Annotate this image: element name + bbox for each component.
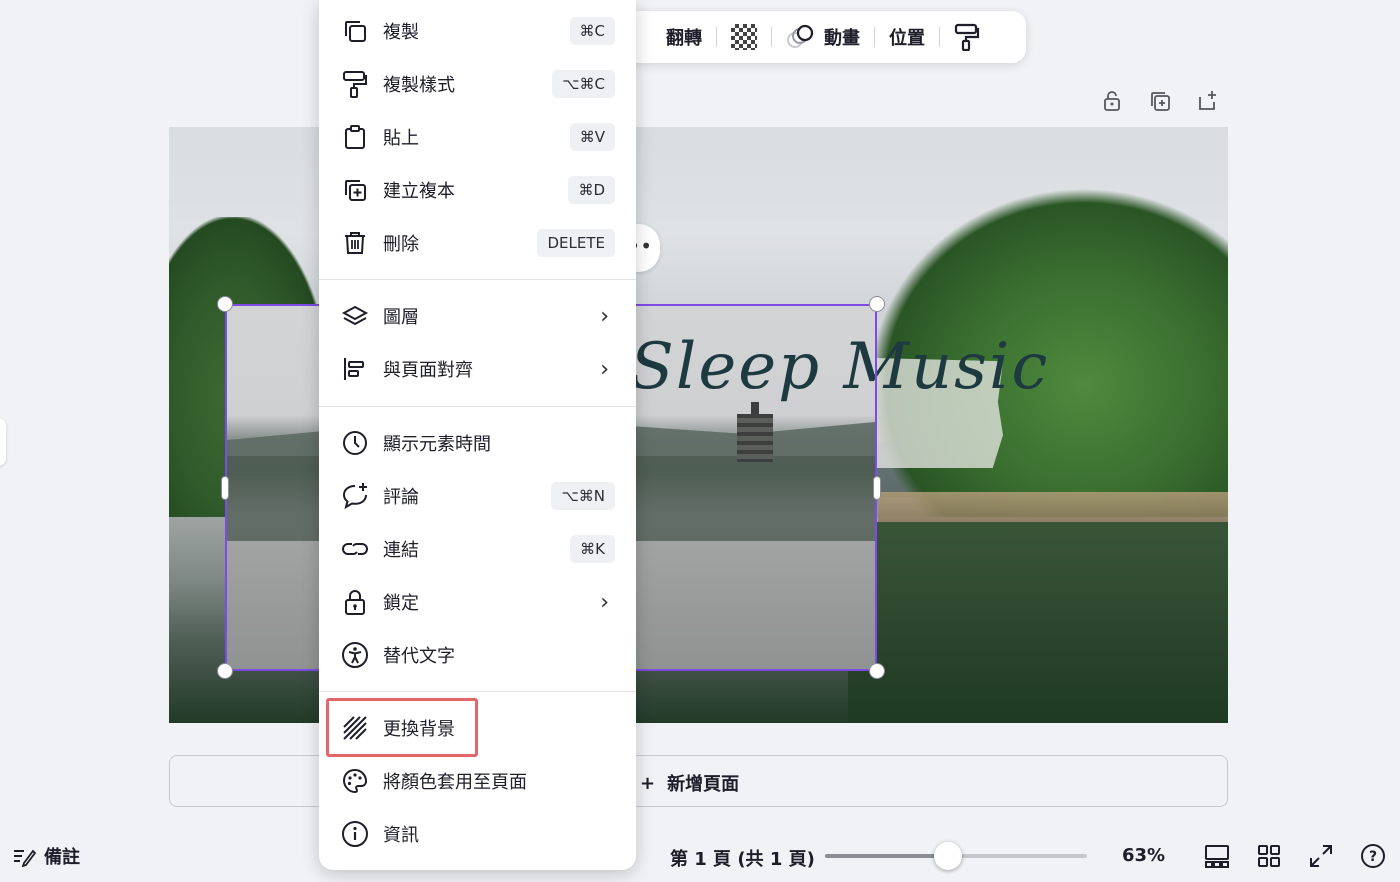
animate-icon <box>787 24 814 48</box>
paint-roller-icon <box>954 23 980 51</box>
menu-item-label: 將顏色套用至頁面 <box>383 772 527 793</box>
menu-item-alt-text[interactable]: 替代文字 <box>341 635 615 675</box>
resize-handle-bottom-right[interactable] <box>869 663 885 679</box>
menu-item-label: 刪除 <box>383 234 419 255</box>
help-icon[interactable]: ? <box>1359 842 1387 870</box>
paint-roller-icon <box>341 70 369 98</box>
menu-item-label: 貼上 <box>383 128 419 149</box>
resize-handle-top-right[interactable] <box>869 296 885 312</box>
page-view-icon[interactable] <box>1203 842 1231 870</box>
fullscreen-icon[interactable] <box>1307 842 1335 870</box>
resize-handle-bottom-left[interactable] <box>217 663 233 679</box>
shortcut-badge: ⌘V <box>569 123 615 151</box>
svg-text:?: ? <box>1369 849 1377 865</box>
notes-label: 備註 <box>44 847 80 868</box>
duplicate-icon <box>341 176 369 204</box>
chevron-right-icon: › <box>600 356 609 382</box>
menu-item-duplicate[interactable]: 建立複本 ⌘D <box>341 170 615 210</box>
notes-button[interactable]: 備註 <box>12 843 80 869</box>
position-label: 位置 <box>889 28 925 49</box>
menu-item-label: 資訊 <box>383 825 419 846</box>
menu-item-label: 建立複本 <box>383 181 455 202</box>
add-page-icon[interactable] <box>1196 89 1220 113</box>
page-tools <box>1100 89 1220 113</box>
side-panel-tab[interactable] <box>0 418 6 466</box>
menu-item-label: 圖層 <box>383 307 419 328</box>
layers-icon <box>341 302 369 330</box>
background-reeds <box>878 492 1228 522</box>
menu-item-paste[interactable]: 貼上 ⌘V <box>341 117 615 157</box>
replace-background-highlight <box>326 698 478 757</box>
menu-divider <box>319 279 636 280</box>
menu-item-apply-colors[interactable]: 將顏色套用至頁面 <box>341 761 615 801</box>
notes-icon <box>14 849 36 867</box>
shortcut-badge: ⌥⌘C <box>552 70 615 98</box>
menu-divider <box>319 406 636 407</box>
add-page-label: 新增頁面 <box>667 774 740 795</box>
zoom-slider[interactable] <box>825 842 1087 870</box>
align-icon <box>341 355 369 383</box>
flip-button[interactable]: 翻轉 <box>652 24 716 50</box>
menu-item-delete[interactable]: 刪除 DELETE <box>341 223 615 263</box>
menu-item-copy[interactable]: 複製 ⌘C <box>341 11 615 51</box>
lock-icon <box>341 588 369 616</box>
menu-item-label: 評論 <box>383 487 419 508</box>
lock-page-icon[interactable] <box>1100 89 1124 113</box>
menu-item-info[interactable]: 資訊 <box>341 814 615 854</box>
menu-item-layers[interactable]: 圖層 › <box>341 296 615 336</box>
page-indicator[interactable]: 第 1 頁 (共 1 頁) <box>670 845 815 871</box>
grid-view-icon[interactable] <box>1255 842 1283 870</box>
add-page-button[interactable]: + 新增頁面 <box>640 770 739 796</box>
comment-icon <box>341 482 369 510</box>
flip-label: 翻轉 <box>666 28 702 49</box>
menu-item-copy-style[interactable]: 複製樣式 ⌥⌘C <box>341 64 615 104</box>
menu-item-label: 與頁面對齊 <box>383 360 473 381</box>
element-toolbar: 翻轉 動畫 位置 <box>600 11 1026 63</box>
menu-item-label: 替代文字 <box>383 646 455 667</box>
background-reflection <box>848 522 1228 722</box>
zoom-value[interactable]: 63% <box>1122 845 1165 866</box>
menu-item-link[interactable]: 連結 ⌘K <box>341 529 615 569</box>
accessibility-icon <box>341 641 369 669</box>
link-icon <box>341 535 369 563</box>
chevron-right-icon: › <box>600 589 609 615</box>
resize-handle-left[interactable] <box>221 476 229 500</box>
menu-item-label: 複製樣式 <box>383 75 455 96</box>
transparency-button[interactable] <box>717 24 771 50</box>
shortcut-badge: ⌘K <box>570 535 615 563</box>
menu-divider <box>319 691 636 692</box>
menu-item-align-to-page[interactable]: 與頁面對齊 › <box>341 349 615 389</box>
menu-item-show-timing[interactable]: 顯示元素時間 <box>341 423 615 463</box>
view-controls: ? <box>1203 842 1387 870</box>
clipboard-icon <box>341 123 369 151</box>
chevron-right-icon: › <box>600 303 609 329</box>
shortcut-badge: DELETE <box>537 229 615 257</box>
menu-item-label: 連結 <box>383 540 419 561</box>
clock-icon <box>341 429 369 457</box>
shortcut-badge: ⌘C <box>569 17 615 45</box>
info-icon <box>341 820 369 848</box>
palette-icon <box>341 767 369 795</box>
plus-icon: + <box>640 772 656 794</box>
zoom-slider-thumb[interactable] <box>934 842 963 870</box>
animate-label: 動畫 <box>824 28 860 49</box>
copy-icon <box>341 17 369 45</box>
menu-item-label: 鎖定 <box>383 593 419 614</box>
animate-button[interactable]: 動畫 <box>772 24 874 50</box>
shortcut-badge: ⌘D <box>568 176 615 204</box>
menu-item-label: 複製 <box>383 22 419 43</box>
zoom-slider-fill <box>825 854 949 858</box>
resize-handle-top-left[interactable] <box>217 296 233 312</box>
resize-handle-right[interactable] <box>873 476 881 500</box>
menu-item-label: 顯示元素時間 <box>383 434 491 455</box>
shortcut-badge: ⌥⌘N <box>551 482 615 510</box>
checkerboard-icon <box>731 24 757 50</box>
trash-icon <box>341 229 369 257</box>
copy-style-button[interactable] <box>940 23 994 51</box>
menu-item-comment[interactable]: 評論 ⌥⌘N <box>341 476 615 516</box>
position-button[interactable]: 位置 <box>875 24 939 50</box>
menu-item-lock[interactable]: 鎖定 › <box>341 582 615 622</box>
duplicate-page-icon[interactable] <box>1148 89 1172 113</box>
